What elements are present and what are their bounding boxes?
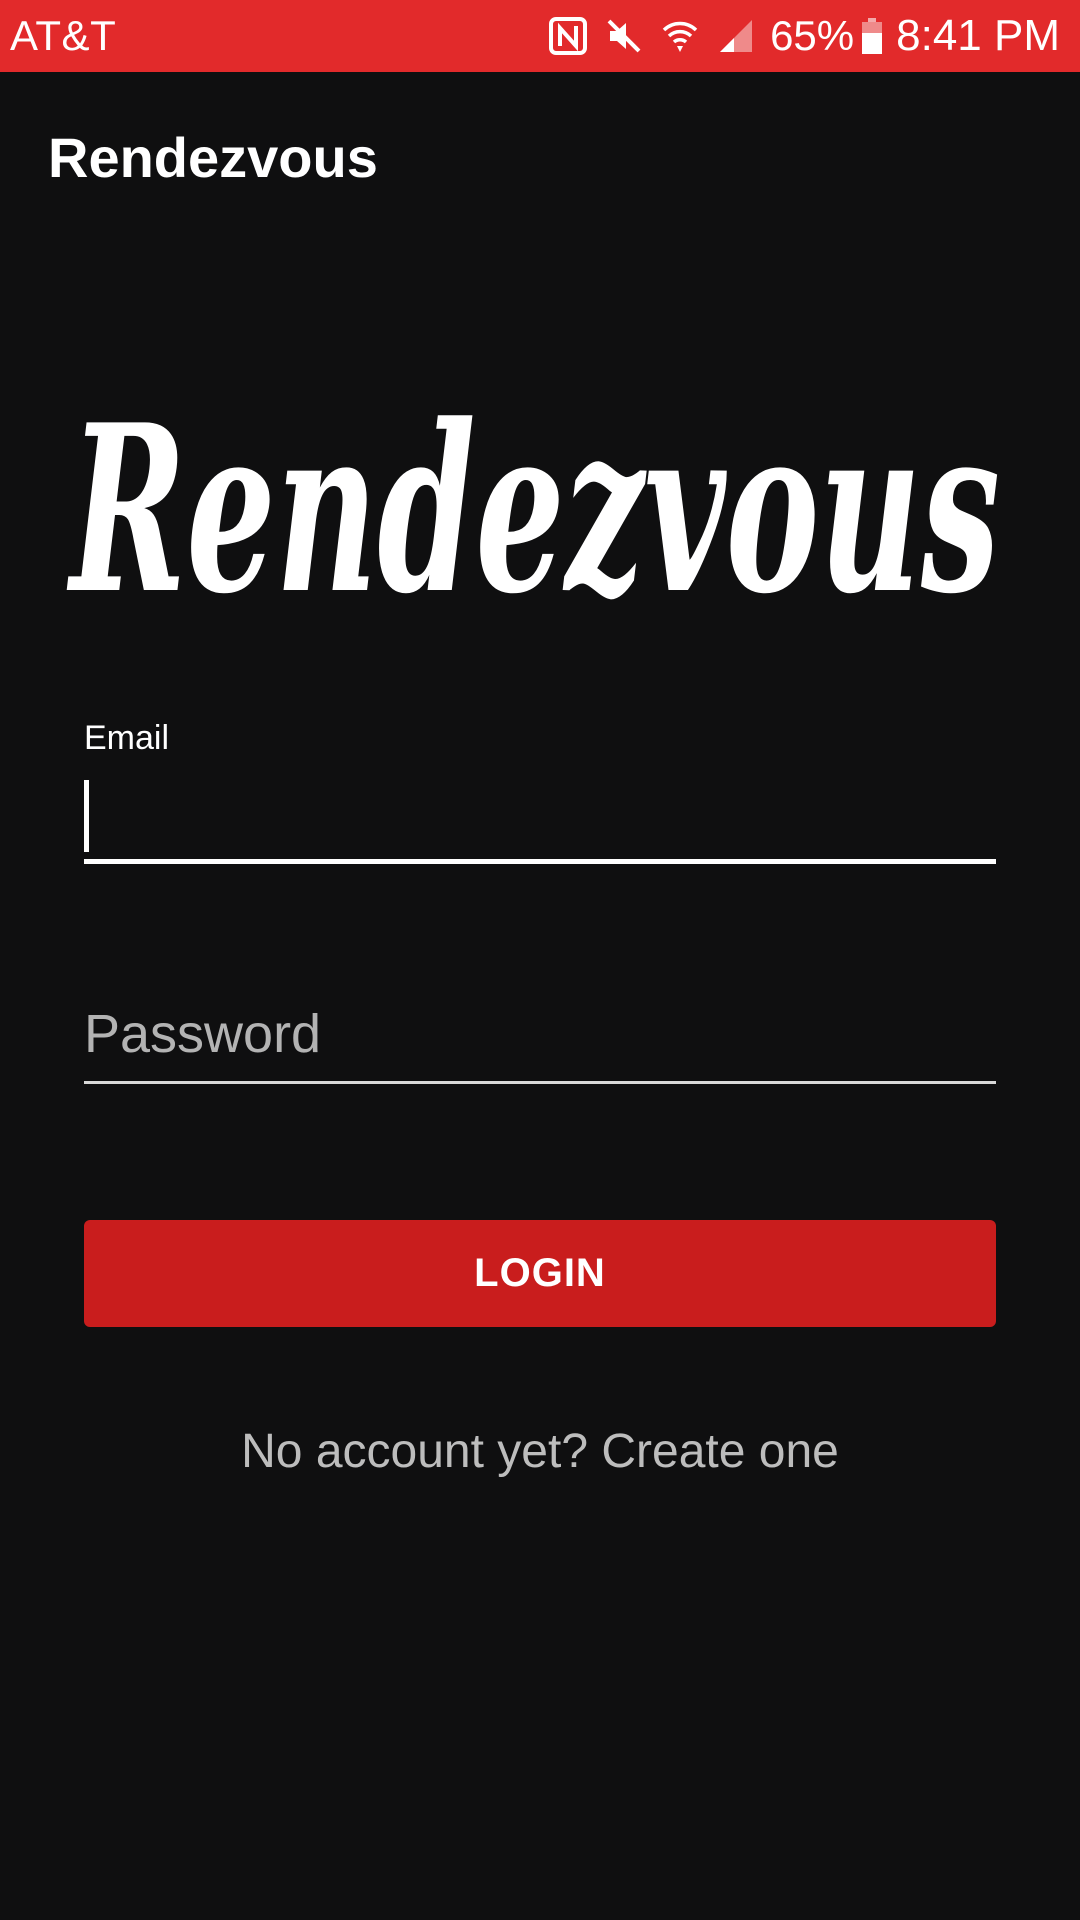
app-title: Rendezvous [48, 126, 378, 189]
wifi-icon [660, 16, 700, 56]
email-label: Email [84, 719, 170, 757]
text-cursor [84, 780, 89, 852]
logo-text: Rendezvous [66, 380, 1000, 640]
carrier-label: AT&T [10, 12, 117, 59]
status-bar: AT&T 65% 8:41 PM [0, 0, 1080, 72]
signal-icon [716, 16, 756, 56]
app-logo: Rendezvous [66, 380, 1000, 640]
create-account-link[interactable]: No account yet? Create one [0, 1420, 1080, 1484]
clock: 8:41 PM [896, 11, 1060, 60]
login-button[interactable]: LOGIN [84, 1220, 996, 1327]
nfc-icon [548, 16, 588, 56]
password-placeholder: Password [84, 1004, 322, 1064]
status-icons: 65% 8:41 PM [532, 10, 1060, 62]
email-field[interactable] [84, 774, 996, 864]
login-screen: AT&T 65% 8:41 PM Rendezvous Rendezvous E… [0, 0, 1080, 1920]
battery-percent: 65% [770, 12, 855, 59]
password-field[interactable]: Password [84, 994, 996, 1084]
mute-icon [604, 16, 644, 56]
battery-icon [860, 16, 884, 56]
